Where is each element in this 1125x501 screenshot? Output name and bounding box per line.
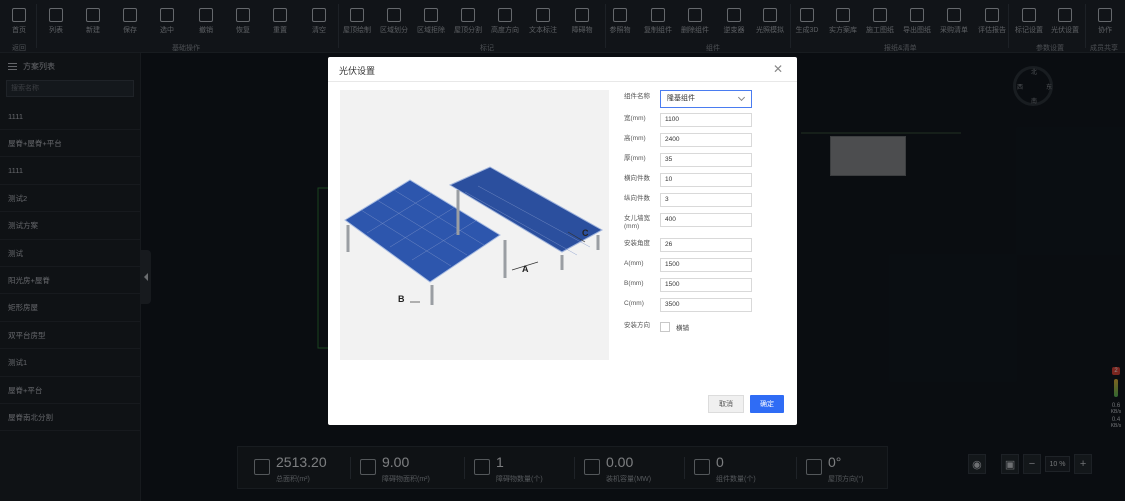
field-label: 横向件数	[624, 175, 650, 182]
dialog-title: 光伏设置	[339, 66, 376, 76]
mount-direction-checkbox[interactable]	[660, 322, 670, 332]
field-input[interactable]: 1500	[660, 258, 752, 272]
panel-illustration: A C B	[340, 90, 609, 360]
field-label: 宽(mm)	[624, 115, 646, 122]
select-value: 隆基组件	[667, 95, 695, 102]
field-input[interactable]: 26	[660, 238, 752, 252]
close-icon[interactable]: ✕	[773, 62, 783, 76]
field-label: 安装角度	[624, 240, 650, 247]
label-a: A	[522, 264, 529, 274]
label-c: C	[582, 228, 589, 238]
mount-direction-row: 安装方向 横铺	[624, 319, 794, 335]
field-input[interactable]: 35	[660, 153, 752, 167]
form-row: 横向件数 10	[624, 172, 794, 188]
field-label: B(mm)	[624, 280, 644, 287]
component-name-select[interactable]: 隆基组件	[660, 90, 752, 108]
field-label: C(mm)	[624, 300, 644, 307]
field-label: 厚(mm)	[624, 155, 646, 162]
field-input[interactable]: 400	[660, 213, 752, 227]
field-label: 安装方向	[624, 322, 650, 329]
field-input[interactable]: 3	[660, 193, 752, 207]
field-label: 组件名称	[624, 93, 650, 100]
cancel-button[interactable]: 取消	[708, 395, 744, 413]
form-row: 高(mm) 2400	[624, 132, 794, 148]
form-row: C(mm) 3500	[624, 297, 794, 313]
confirm-button[interactable]: 确定	[750, 395, 784, 413]
field-input[interactable]: 10	[660, 173, 752, 187]
solar-panel-image: A C B	[344, 166, 604, 305]
form-row: 纵向件数 3	[624, 192, 794, 208]
divider	[328, 81, 797, 82]
field-input[interactable]: 1500	[660, 278, 752, 292]
field-label: A(mm)	[624, 260, 644, 267]
form-row: 宽(mm) 1100	[624, 112, 794, 128]
field-input[interactable]: 1100	[660, 113, 752, 127]
chevron-down-icon	[737, 93, 746, 102]
field-label: 纵向件数	[624, 195, 650, 202]
form-row: A(mm) 1500	[624, 257, 794, 273]
form-row: 女儿墙宽(mm) 400	[624, 212, 794, 230]
pv-settings-dialog: 光伏设置 ✕ A C B 组件名称 隆基组件 宽(mm) 1100 高(mm) 2400 厚	[328, 57, 797, 425]
label-b: B	[398, 294, 405, 304]
field-label: 女儿墙宽(mm)	[624, 215, 650, 230]
form-row: 组件名称 隆基组件	[624, 90, 794, 108]
form-row: 安装角度 26	[624, 237, 794, 253]
mount-direction-option: 横铺	[676, 325, 689, 332]
form-row: 厚(mm) 35	[624, 152, 794, 168]
field-input[interactable]: 2400	[660, 133, 752, 147]
field-label: 高(mm)	[624, 135, 646, 142]
form-row: B(mm) 1500	[624, 277, 794, 293]
field-input[interactable]: 3500	[660, 298, 752, 312]
